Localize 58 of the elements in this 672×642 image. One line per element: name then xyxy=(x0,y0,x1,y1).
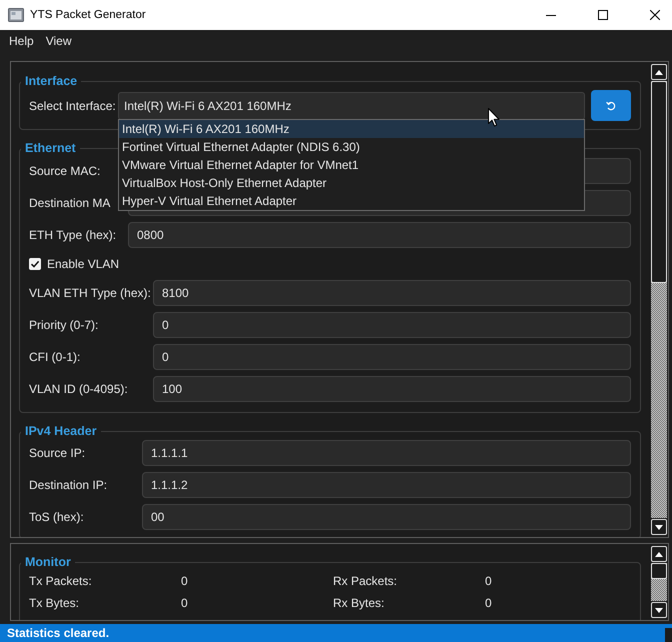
text-field[interactable]: 100 xyxy=(153,376,631,402)
window-title: YTS Packet Generator xyxy=(30,9,147,21)
up-arrow-icon xyxy=(655,70,663,74)
dropdown-option[interactable]: VirtualBox Host-Only Ethernet Adapter xyxy=(119,174,584,192)
text-field[interactable]: 00 xyxy=(142,504,631,530)
scroll-down-button[interactable] xyxy=(651,519,667,535)
field-label: ETH Type (hex): xyxy=(29,228,118,242)
dropdown-option[interactable]: VMware Virtual Ethernet Adapter for VMnet1 xyxy=(119,156,584,174)
group-title: Monitor xyxy=(24,555,72,570)
dropdown-option[interactable]: Intel(R) Wi-Fi 6 AX201 160MHz xyxy=(119,120,584,138)
scroll-up-button[interactable] xyxy=(651,546,667,562)
stat-value: 0 xyxy=(485,573,493,589)
field-label: Source IP: xyxy=(29,446,86,460)
checkbox-label: Enable VLAN xyxy=(47,257,120,271)
stat-value: 0 xyxy=(181,595,189,611)
close-icon xyxy=(650,10,660,20)
down-arrow-icon xyxy=(655,524,663,530)
scrollbar-thumb[interactable] xyxy=(651,81,667,283)
dropdown-option[interactable]: Hyper-V Virtual Ethernet Adapter xyxy=(119,192,584,210)
field-label: Destination IP: xyxy=(29,478,108,492)
stat-label: Tx Bytes: xyxy=(29,595,80,611)
text-field[interactable]: 8100 xyxy=(153,280,631,306)
field-label: ToS (hex): xyxy=(29,510,85,524)
minimize-icon xyxy=(546,14,556,16)
scroll-up-button[interactable] xyxy=(651,64,667,80)
stat-value: 0 xyxy=(181,573,189,589)
text-field[interactable]: 0 xyxy=(153,344,631,370)
status-message: Statistics cleared. xyxy=(7,626,110,640)
checkbox[interactable] xyxy=(29,258,41,270)
stat-label: Rx Bytes: xyxy=(333,595,386,611)
refresh-icon xyxy=(606,100,616,110)
scroll-down-button[interactable] xyxy=(651,602,667,618)
group-title: Interface xyxy=(24,74,78,89)
field-label: VLAN ETH Type (hex): xyxy=(29,286,152,300)
text-field[interactable]: 1.1.1.2 xyxy=(142,472,631,498)
up-arrow-icon xyxy=(655,552,663,556)
mouse-pointer-icon xyxy=(488,108,500,126)
field-label: VLAN ID (0-4095): xyxy=(29,382,129,396)
stat-label: Tx Packets: xyxy=(29,573,93,589)
app-icon xyxy=(8,7,24,23)
text-field[interactable]: 0 xyxy=(153,312,631,338)
stat-value: 0 xyxy=(485,595,493,611)
text-field[interactable]: 0800 xyxy=(128,222,631,248)
interface-dropdown[interactable]: Intel(R) Wi-Fi 6 AX201 160MHz xyxy=(118,92,585,120)
text-field[interactable]: 1.1.1.1 xyxy=(142,440,631,466)
menu-item[interactable]: Help xyxy=(3,32,40,50)
stat-label: Rx Packets: xyxy=(333,573,398,589)
maximize-icon xyxy=(598,10,608,20)
field-label: Priority (0-7): xyxy=(29,318,100,332)
scrollbar-thumb[interactable] xyxy=(651,563,667,579)
field-label: CFI (0-1): xyxy=(29,350,82,364)
group-title: Ethernet xyxy=(24,141,77,156)
group-title: IPv4 Header xyxy=(24,424,98,439)
down-arrow-icon xyxy=(655,608,663,612)
resize-grip-icon xyxy=(665,628,672,642)
dropdown-option[interactable]: Fortinet Virtual Ethernet Adapter (NDIS 6.30) xyxy=(119,138,584,156)
menu-item[interactable]: View xyxy=(40,32,78,50)
field-label: Select Interface: xyxy=(29,98,117,112)
